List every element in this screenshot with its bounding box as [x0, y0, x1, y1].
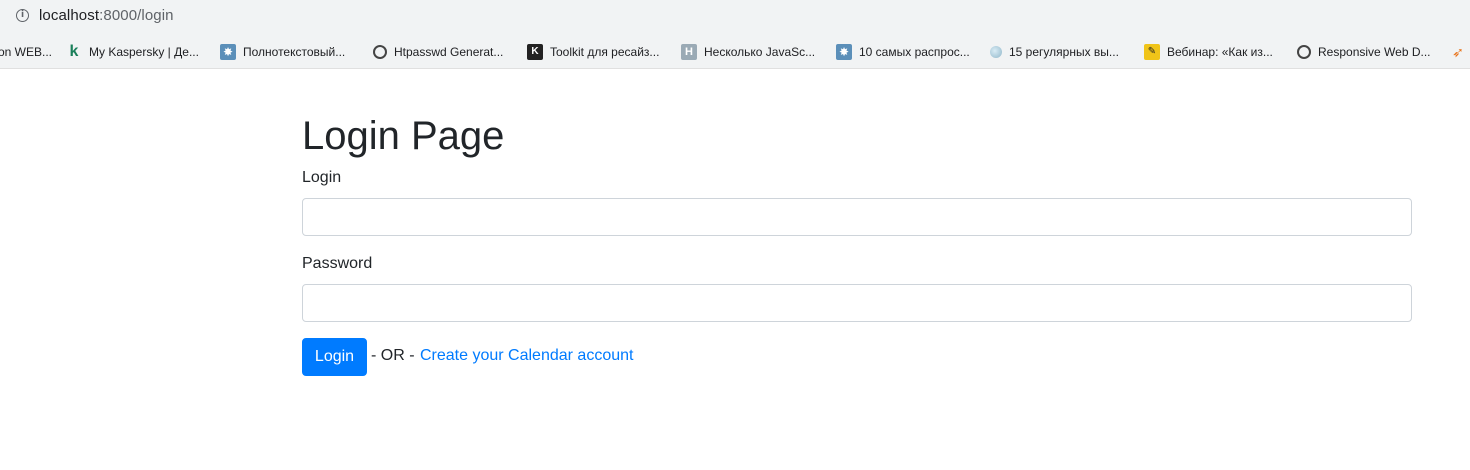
bookmark-item[interactable]: ➶ — [1450, 41, 1470, 61]
bookmark-label: 10 самых распрос... — [859, 44, 970, 59]
password-input[interactable] — [302, 284, 1412, 322]
h-icon: H — [681, 43, 697, 60]
bookmark-item[interactable]: Htpasswd Generat... — [373, 41, 503, 61]
bookmark-label: Toolkit для ресайз... — [550, 44, 660, 59]
star-burst-icon: ✸ — [836, 43, 852, 60]
yellow-badge-icon: ✎ — [1144, 43, 1160, 60]
toolkit-icon: K — [527, 43, 543, 60]
bookmark-label: My Kaspersky | Де... — [89, 44, 199, 59]
bookmark-label: on WEB... — [0, 44, 53, 59]
bookmark-item[interactable]: ✎ Вебинар: «Как из... — [1144, 41, 1273, 61]
login-input[interactable] — [302, 198, 1412, 236]
bookmark-label: Htpasswd Generat... — [394, 44, 504, 59]
star-burst-icon: ✸ — [220, 43, 236, 60]
bookmark-label: Responsive Web D... — [1318, 44, 1431, 59]
page-title: Login Page — [302, 114, 505, 158]
login-label: Login — [302, 169, 342, 186]
url-text[interactable]: localhost:8000/login — [39, 7, 174, 24]
drop-icon — [990, 45, 1002, 58]
globe-icon — [373, 44, 387, 59]
bookmarks-bar: on WEB... k My Kaspersky | Де... ✸ Полноте… — [0, 34, 1470, 69]
info-icon[interactable]: i — [16, 9, 29, 22]
bookmark-item[interactable]: K Toolkit для ресайз... — [527, 41, 659, 61]
bookmark-label: Полнотекстовый... — [243, 44, 346, 59]
carrot-icon: ➶ — [1452, 43, 1464, 60]
globe-icon — [1297, 44, 1311, 59]
create-account-link[interactable]: Create your Calendar account — [420, 346, 633, 366]
login-button[interactable]: Login — [302, 338, 367, 376]
url-host: localhost — [39, 7, 100, 24]
bookmark-item[interactable]: ✸ Полнотекстовый... — [220, 41, 345, 61]
bookmark-item[interactable]: 15 регулярных вы... — [990, 41, 1119, 61]
bookmark-label: Несколько JavaSc... — [704, 44, 816, 59]
password-label: Password — [302, 255, 373, 272]
kaspersky-icon: k — [69, 42, 79, 60]
bookmark-item[interactable]: on WEB... — [0, 41, 52, 61]
bookmark-label: 15 регулярных вы... — [1009, 44, 1119, 59]
bookmark-item[interactable]: Responsive Web D... — [1297, 41, 1431, 61]
or-separator: - OR - — [371, 347, 415, 364]
url-path: :8000/login — [99, 7, 174, 24]
bookmark-item[interactable]: k My Kaspersky | Де... — [66, 41, 199, 61]
bookmark-item[interactable]: H Несколько JavaSc... — [681, 41, 815, 61]
address-bar[interactable]: i localhost:8000/login — [0, 0, 1470, 34]
bookmark-item[interactable]: ✸ 10 самых распрос... — [836, 41, 970, 61]
bookmark-label: Вебинар: «Как из... — [1167, 44, 1273, 59]
